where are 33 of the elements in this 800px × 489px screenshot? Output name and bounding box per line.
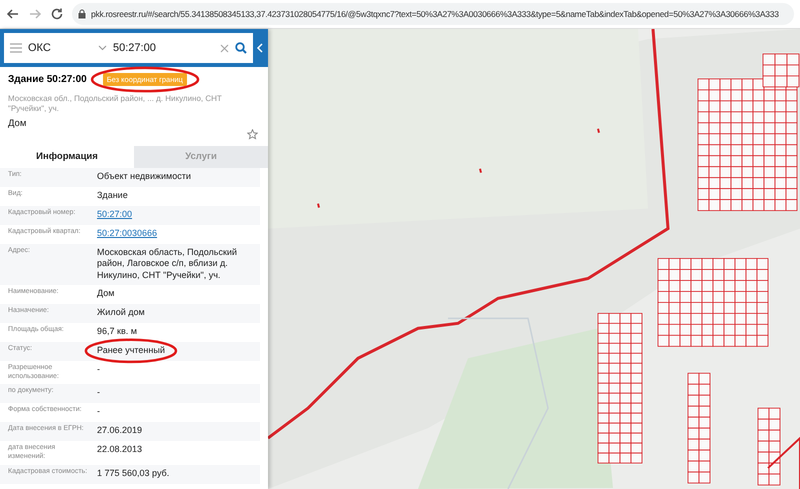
url-text: pkk.rosreestr.ru/#/search/55.34138508345133,37.423731028054775/16/@5w3tqxnc7?text=50%3A27%3A0030666%3A333&type=5&nameTab&indexTab&opened=50%3A27%3A30666%3A333: [91, 9, 779, 19]
forward-icon[interactable]: [28, 7, 42, 21]
close-icon[interactable]: [220, 44, 229, 52]
star-icon[interactable]: [247, 128, 258, 140]
field-value: 1 775 560,03 руб.: [97, 468, 170, 480]
field-value: Объект недвижимости: [97, 170, 191, 182]
field-value: Здание: [97, 190, 128, 202]
object-title: Здание 50:27:00: [8, 74, 87, 85]
field-value: 22.08.2013: [97, 444, 142, 456]
back-icon[interactable]: [6, 7, 20, 21]
lock-icon: [78, 9, 86, 19]
menu-icon[interactable]: [10, 43, 22, 53]
object-type: Дом: [8, 118, 28, 129]
chevron-down-icon[interactable]: [98, 45, 107, 51]
field-value: -: [97, 364, 100, 376]
field-value: Жилой дом: [97, 306, 145, 319]
collapse-chevron-icon[interactable]: [256, 43, 264, 53]
field-value: 96,7 кв. м: [97, 326, 137, 338]
value-link[interactable]: 50:27:0030666: [97, 228, 158, 240]
object-address: Московская обл., Подольский район, ... д. Никулино, СНТ "Ручейки", уч.: [8, 94, 223, 115]
field-value: -: [97, 406, 100, 418]
category-dropdown[interactable]: ОКС: [28, 42, 92, 54]
field-value: Московская область, Подольский район, Лаговское с/п, вблизи д. Никулино, СНТ "Ручейки", уч.: [97, 246, 238, 282]
reload-icon[interactable]: [50, 7, 64, 21]
field-value: Дом: [97, 288, 114, 300]
value-link[interactable]: 50:27:00: [97, 208, 132, 220]
search-icon[interactable]: [235, 42, 247, 54]
field-value: -: [97, 387, 100, 400]
search-value[interactable]: 50:27:00: [113, 42, 214, 54]
search-field[interactable]: ОКС 50:27:00: [4, 33, 253, 63]
field-value: Ранее учтенный: [97, 344, 165, 357]
field-value: 27.06.2019: [97, 425, 142, 438]
address-bar[interactable]: pkk.rosreestr.ru/#/search/55.34138508345133,37.423731028054775/16/@5w3tqxnc7?text=50%3A27%3A0030666%3A333&type=5&nameTab&indexTab&opened=50%3A27%3A30666%3A333: [72, 3, 794, 25]
